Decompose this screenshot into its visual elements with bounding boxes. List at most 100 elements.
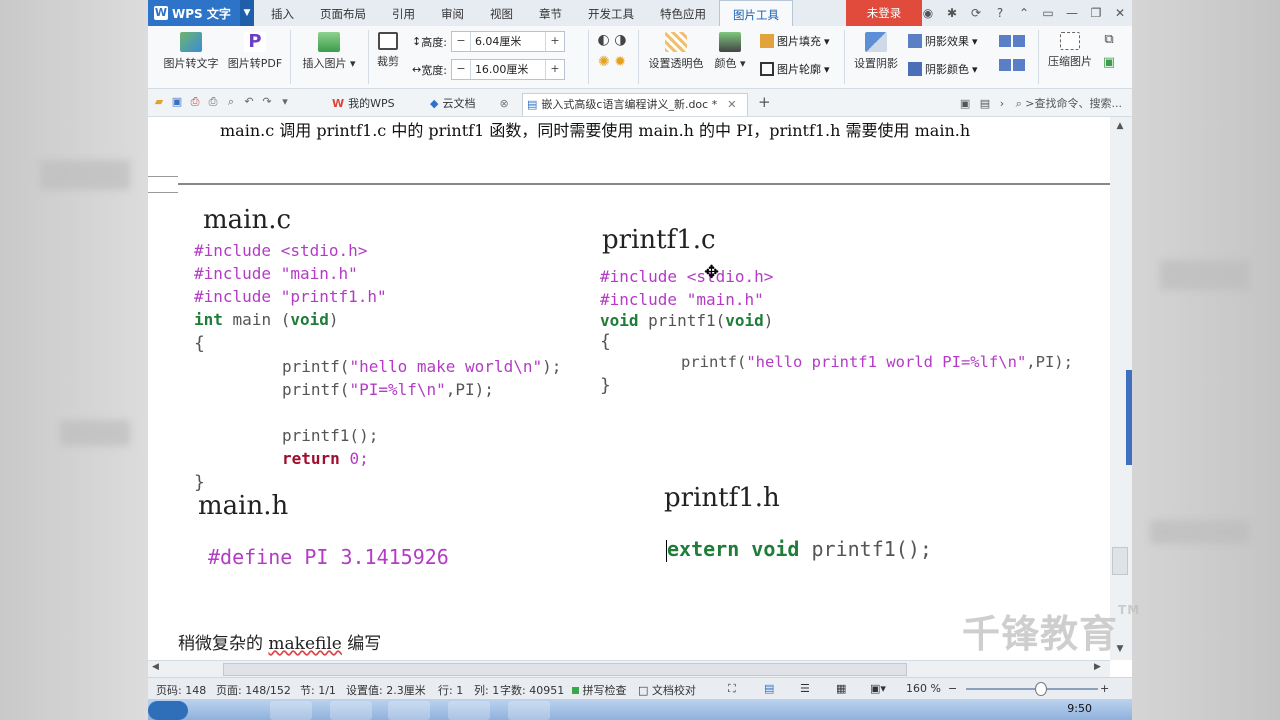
change-picture-icon[interactable]: ▣ xyxy=(1098,55,1120,70)
tablet-icon[interactable]: ▣ xyxy=(960,97,970,110)
tab-page-layout[interactable]: 页面布局 xyxy=(307,0,379,26)
app-menu-arrow-icon[interactable]: ▼ xyxy=(240,0,254,26)
close-tab-icon[interactable]: ⊗ xyxy=(499,93,508,115)
height-decrease-button[interactable]: − xyxy=(452,32,470,51)
color-button[interactable]: 颜色 ▾ xyxy=(710,32,750,71)
zoom-in-icon[interactable]: + xyxy=(1100,682,1109,695)
tab-document[interactable]: ▤ 嵌入式高级c语言编程讲义_新.doc * ✕ xyxy=(522,93,748,116)
minimize-icon[interactable]: — xyxy=(1060,6,1084,20)
picture-outline-button[interactable]: 图片轮廓 ▾ xyxy=(760,61,830,77)
tab-view[interactable]: 视图 xyxy=(477,0,526,26)
code-token: "hello printf1 world PI=%lf\n" xyxy=(746,353,1027,371)
taskbar-ie-icon[interactable] xyxy=(270,701,312,720)
tab-chapter[interactable]: 章节 xyxy=(526,0,575,26)
search-icon: ⌕ xyxy=(1015,97,1022,110)
zoom-level[interactable]: 160 % xyxy=(906,682,941,695)
new-tab-icon[interactable]: + xyxy=(758,93,771,111)
scroll-right-icon[interactable]: ▶ xyxy=(1094,662,1101,672)
undo-icon[interactable]: ↶ xyxy=(242,95,256,109)
width-increase-button[interactable]: + xyxy=(546,60,564,79)
tab-cloud-docs[interactable]: ◆ 云文档 ⊗ xyxy=(426,93,509,115)
height-increase-button[interactable]: + xyxy=(546,32,564,51)
share-icon[interactable]: ⟳ xyxy=(964,6,988,20)
spell-check-toggle[interactable]: 拼写检查 xyxy=(572,682,627,698)
picture-fill-button[interactable]: 图片填充 ▾ xyxy=(760,33,830,49)
more-icon[interactable]: › xyxy=(1000,97,1004,110)
nudge-shadow-right-icon[interactable] xyxy=(1013,59,1025,71)
taskbar-wps-icon[interactable] xyxy=(448,701,490,720)
help-icon[interactable]: ? xyxy=(988,6,1012,20)
width-input[interactable]: 16.00厘米 xyxy=(469,60,546,79)
brightness-icon[interactable]: ✺ ✹ xyxy=(592,54,632,70)
save-icon[interactable]: ▣ xyxy=(170,95,184,109)
insert-picture-button[interactable]: 插入图片 ▾ xyxy=(298,32,360,71)
login-button[interactable]: 未登录 xyxy=(846,0,922,26)
tab-picture-tools[interactable]: 图片工具 xyxy=(719,0,793,26)
outline-view-icon[interactable]: ☰ xyxy=(800,682,810,695)
layout-icon[interactable]: ▤ xyxy=(980,97,990,110)
zoom-out-icon[interactable]: − xyxy=(948,682,957,695)
tab-references[interactable]: 引用 xyxy=(379,0,428,26)
tab-developer[interactable]: 开发工具 xyxy=(575,0,647,26)
height-input[interactable]: 6.04厘米 xyxy=(469,32,546,51)
skin-icon[interactable]: ◉ xyxy=(916,6,940,20)
close-icon[interactable]: ✕ xyxy=(1108,6,1132,20)
close-tab-icon[interactable]: ✕ xyxy=(727,94,736,116)
document-canvas[interactable]: main.c 调用 printf1.c 中的 printf1 函数，同时需要使用… xyxy=(148,117,1110,660)
code-token: "PI=%lf\n" xyxy=(349,380,446,399)
contrast-icon[interactable]: ◐ ◑ xyxy=(592,32,632,48)
nudge-shadow-left-icon[interactable] xyxy=(999,59,1011,71)
horizontal-scrollbar[interactable]: ◀ ▶ xyxy=(148,660,1110,677)
tab-insert[interactable]: 插入 xyxy=(258,0,307,26)
web-view-icon[interactable]: ▦ xyxy=(836,682,846,695)
zoom-slider[interactable] xyxy=(966,688,1098,690)
code-token: printf1(); xyxy=(811,537,932,561)
fullscreen-icon[interactable]: ⛶ xyxy=(728,682,736,696)
shadow-color-button[interactable]: 阴影颜色 ▾ xyxy=(908,61,978,77)
taskbar-folder-icon[interactable] xyxy=(508,701,550,720)
wps-app-menu[interactable]: W WPS 文字 ▼ xyxy=(148,0,254,26)
maximize-icon[interactable]: ❐ xyxy=(1084,6,1108,20)
crop-button[interactable]: 裁剪 xyxy=(372,32,404,69)
print-icon[interactable]: ⎙ xyxy=(206,95,220,109)
code-token: ,PI); xyxy=(445,380,494,399)
app-name: WPS 文字 xyxy=(172,6,231,21)
nudge-shadow-down-icon[interactable] xyxy=(1013,35,1025,47)
print-preview-icon[interactable]: ⌕ xyxy=(224,95,238,109)
proofread-toggle[interactable]: □ 文档校对 xyxy=(638,682,696,698)
code-token: void xyxy=(290,310,329,329)
set-shadow-button[interactable]: 设置阴影 xyxy=(848,32,904,71)
vertical-scroll-thumb[interactable] xyxy=(1112,547,1128,575)
nudge-shadow-up-icon[interactable] xyxy=(999,35,1011,47)
zoom-slider-knob[interactable] xyxy=(1035,682,1047,696)
shadow-effect-button[interactable]: 阴影效果 ▾ xyxy=(908,33,978,49)
width-decrease-button[interactable]: − xyxy=(452,60,470,79)
settings-icon[interactable]: ✱ xyxy=(940,6,964,20)
redo-icon[interactable]: ↷ xyxy=(260,95,274,109)
compress-picture-button[interactable]: 压缩图片 xyxy=(1042,32,1098,69)
taskbar-app-icon[interactable] xyxy=(330,701,372,720)
export-pdf-icon[interactable]: ⎙ xyxy=(188,95,202,109)
open-folder-icon[interactable]: ▰ xyxy=(152,95,166,109)
start-button[interactable] xyxy=(148,701,188,720)
customize-toolbar-icon[interactable]: ▾ xyxy=(278,95,292,109)
command-search[interactable]: ▣ ▤ › ⌕ >查找命令、搜索... xyxy=(960,95,1122,111)
scroll-up-icon[interactable]: ▲ xyxy=(1114,121,1126,133)
tab-review[interactable]: 审阅 xyxy=(428,0,477,26)
tab-my-wps[interactable]: W 我的WPS xyxy=(328,93,395,115)
command-search-input[interactable]: >查找命令、搜索... xyxy=(1025,97,1122,110)
taskbar-app-icon[interactable] xyxy=(388,701,430,720)
restore-icon[interactable]: ▭ xyxy=(1036,6,1060,20)
picture-to-pdf-button[interactable]: P 图片转PDF xyxy=(224,32,286,71)
status-words: 字数: 40951 xyxy=(500,684,565,697)
set-transparent-color-button[interactable]: 设置透明色 xyxy=(642,32,710,71)
tab-features[interactable]: 特色应用 xyxy=(647,0,719,26)
picture-to-text-button[interactable]: 图片转文字 xyxy=(156,32,226,71)
status-section: 节: 1/1 xyxy=(300,684,336,697)
reading-view-icon[interactable]: ▣▾ xyxy=(870,682,886,695)
collapse-ribbon-icon[interactable]: ⌃ xyxy=(1012,6,1036,20)
horizontal-scroll-thumb[interactable] xyxy=(223,663,907,676)
scroll-left-icon[interactable]: ◀ xyxy=(152,662,159,672)
page-view-icon[interactable]: ▤ xyxy=(764,682,774,695)
reset-picture-icon[interactable]: ⧉ xyxy=(1098,32,1120,47)
